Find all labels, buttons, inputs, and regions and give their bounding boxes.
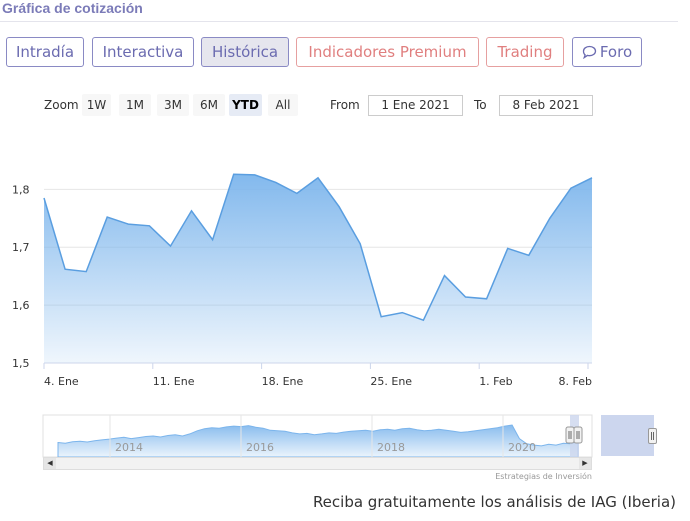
navigator-mask	[601, 415, 654, 456]
x-tick-label: 4. Ene	[44, 375, 79, 388]
tab-interactiva[interactable]: Interactiva	[92, 37, 194, 67]
tab-label: Interactiva	[102, 43, 184, 61]
x-tick-label: 11. Ene	[153, 375, 195, 388]
chart-credit: Estrategias de Inversión	[495, 472, 592, 481]
to-label: To	[474, 98, 487, 112]
scroll-left-arrow-icon[interactable]: ◀	[44, 458, 56, 469]
x-tick-label: 8. Feb	[559, 375, 592, 388]
x-tick-label: 25. Ene	[370, 375, 412, 388]
tab-intradia[interactable]: Intradía	[6, 37, 84, 67]
y-tick-label: 1,7	[12, 241, 30, 254]
zoom-all-button[interactable]: All	[268, 94, 298, 116]
tab-label: Trading	[497, 43, 553, 61]
navigator-handle-left[interactable]	[565, 426, 575, 444]
y-tick-label: 1,6	[12, 299, 30, 312]
tab-foro[interactable]: Foro	[572, 37, 642, 67]
from-label: From	[330, 98, 360, 112]
navigator-scrollbar[interactable]: ◀ ▶	[43, 457, 592, 470]
navigator-year-label: 2016	[246, 441, 274, 454]
to-date-input[interactable]: 8 Feb 2021	[499, 95, 593, 116]
tab-label: Foro	[599, 43, 633, 61]
zoom-ytd-button[interactable]: YTD	[229, 94, 262, 116]
y-tick-label: 1,8	[12, 183, 30, 196]
chat-bubble-icon	[582, 40, 597, 68]
navigator-year-label: 2018	[377, 441, 405, 454]
page-title: Gráfica de cotización	[2, 0, 143, 16]
navigator-year-label: 2014	[115, 441, 143, 454]
navigator-side-handle[interactable]	[648, 428, 657, 444]
zoom-6m-button[interactable]: 6M	[193, 94, 225, 116]
navigator[interactable]: 2014 2016 2018 2020	[42, 414, 593, 458]
navigator-handle-right[interactable]	[573, 426, 583, 444]
y-axis: 1,5 1,6 1,7 1,8	[12, 183, 30, 370]
tab-label: Intradía	[15, 43, 75, 61]
tab-trading[interactable]: Trading	[486, 37, 564, 67]
zoom-3m-button[interactable]: 3M	[157, 94, 189, 116]
x-tick-label: 18. Ene	[262, 375, 304, 388]
price-area	[44, 174, 592, 363]
zoom-label: Zoom	[44, 98, 79, 112]
footer-promo-text[interactable]: Reciba gratuitamente los análisis de IAG…	[313, 493, 676, 511]
tab-historica[interactable]: Histórica	[201, 37, 289, 67]
price-chart: 1,5 1,6 1,7 1,8 4. Ene 11. Ene 18. Ene 25. Ene…	[12, 173, 593, 458]
tab-label: Histórica	[211, 43, 279, 61]
from-date-input[interactable]: 1 Ene 2021	[368, 95, 463, 116]
y-tick-label: 1,5	[12, 357, 30, 370]
scroll-right-arrow-icon[interactable]: ▶	[579, 458, 591, 469]
tab-indicadores-premium[interactable]: Indicadores Premium	[296, 37, 479, 67]
x-axis: 4. Ene 11. Ene 18. Ene 25. Ene 1. Feb 8. Feb	[43, 363, 592, 388]
navigator-year-label: 2020	[508, 441, 536, 454]
x-tick-label: 1. Feb	[479, 375, 512, 388]
tab-label: Indicadores Premium	[308, 43, 467, 61]
zoom-1m-button[interactable]: 1M	[119, 94, 151, 116]
zoom-1w-button[interactable]: 1W	[82, 94, 111, 116]
title-divider	[0, 21, 678, 22]
